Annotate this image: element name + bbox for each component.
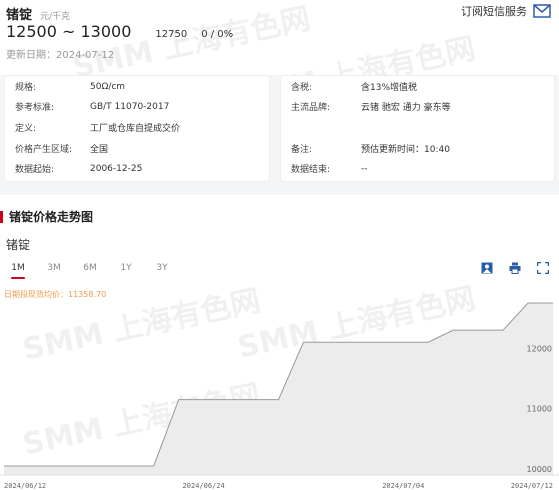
update-date: 更新日期：2024-07-12: [6, 50, 115, 61]
average-note: 日期段现货均价：11358.70: [4, 290, 107, 299]
x-tick-label: 2024/06/24: [183, 482, 225, 490]
product-name: 锗锭: [6, 8, 33, 23]
spec-row: 备注: 预估更新时间：10:40: [281, 138, 554, 159]
spec-key: 定义:: [15, 124, 37, 134]
price-range: 12500 ~ 13000: [6, 22, 132, 41]
price-header: 锗锭 元/千克 12500 ~ 13000 12750 0 / 0% 更新日期：…: [0, 0, 559, 72]
y-tick-label: 11000: [527, 405, 552, 414]
spec-key: 规格:: [15, 83, 37, 93]
y-tick-label: 10000: [527, 465, 552, 474]
spec-row: 价格产生区域: 全国: [5, 138, 269, 159]
spec-key: 数据起始:: [15, 165, 55, 175]
subscribe-sms-button[interactable]: 订阅短信服务: [461, 0, 551, 22]
spec-row: 数据起始: 2006-12-25: [5, 158, 269, 179]
y-tick-label: 12000: [527, 344, 552, 353]
spec-row: 含税: 含13%增值税: [281, 76, 554, 97]
spec-row: 数据结束: --: [281, 158, 554, 179]
x-tick-label: 2024/07/12: [511, 482, 553, 490]
x-tick-label: 2024/06/12: [4, 482, 46, 490]
spec-value: 50Ω/cm: [90, 81, 126, 92]
price-chart: 10000 11000 12000 2024/06/12 2024/06/24 2024/…: [0, 302, 559, 490]
image-icon[interactable]: [481, 262, 493, 274]
spec-value: --: [361, 163, 368, 174]
chart-tools: [481, 262, 549, 274]
spec-value: 预估更新时间：10:40: [361, 145, 450, 155]
spec-row: 主流品牌: 云锗 驰宏 通力 豪东等: [281, 96, 554, 117]
tab-1y[interactable]: 1Y: [108, 263, 144, 279]
spec-value: 全国: [90, 145, 109, 155]
tab-1m[interactable]: 1M: [0, 263, 36, 279]
spec-value: 云锗 驰宏 通力 豪东等: [361, 103, 451, 113]
fullscreen-icon[interactable]: [537, 262, 549, 274]
spec-key: 参考标准:: [15, 103, 55, 113]
spec-key: 价格产生区域:: [15, 145, 73, 155]
spec-info-section: 规格: 50Ω/cm 参考标准: GB/T 11070-2017 定义: 工厂或仓库自…: [0, 75, 559, 195]
price-area: [4, 303, 553, 475]
spec-value: 2006-12-25: [90, 163, 143, 174]
chart-name: 锗锭: [6, 238, 31, 252]
spec-key: 主流品牌:: [291, 103, 331, 113]
spec-key: 含税:: [291, 83, 313, 93]
spec-value: GB/T 11070-2017: [90, 101, 170, 112]
spec-row: 参考标准: GB/T 11070-2017: [5, 96, 269, 117]
spec-info-right: 含税: 含13%增值税 主流品牌: 云锗 驰宏 通力 豪东等 备注: 预估更新时间：1…: [280, 75, 555, 182]
spec-row: 规格: 50Ω/cm: [5, 76, 269, 97]
subscribe-label: 订阅短信服务: [461, 5, 527, 18]
section-title: 锗锭价格走势图: [0, 208, 93, 225]
price-unit: 元/千克: [40, 12, 71, 22]
print-icon[interactable]: [509, 262, 521, 274]
tab-6m[interactable]: 6M: [72, 263, 108, 279]
price-average: 12750: [155, 29, 188, 40]
spec-value: 工厂或仓库自提成交价: [90, 124, 181, 134]
section-label: 锗锭价格走势图: [9, 210, 94, 224]
spec-key: 数据结束:: [291, 165, 331, 175]
range-tabs: 1M 3M 6M 1Y 3Y: [0, 263, 180, 279]
mail-icon: [533, 4, 551, 18]
spec-row: 定义: 工厂或仓库自提成交价: [5, 117, 269, 138]
spec-value: 含13%增值税: [361, 83, 418, 93]
price-chart-panel: 锗锭 1M 3M 6M 1Y 3Y 日期段现货均价：11358.70 10000…: [0, 230, 559, 490]
tab-3y[interactable]: 3Y: [144, 263, 180, 279]
tab-3m[interactable]: 3M: [36, 263, 72, 279]
section-marker: [0, 210, 3, 223]
price-change: 0 / 0%: [201, 29, 234, 40]
spec-info-left: 规格: 50Ω/cm 参考标准: GB/T 11070-2017 定义: 工厂或仓库自…: [4, 75, 270, 182]
x-tick-label: 2024/07/04: [382, 482, 424, 490]
spec-key: 备注:: [291, 145, 313, 155]
